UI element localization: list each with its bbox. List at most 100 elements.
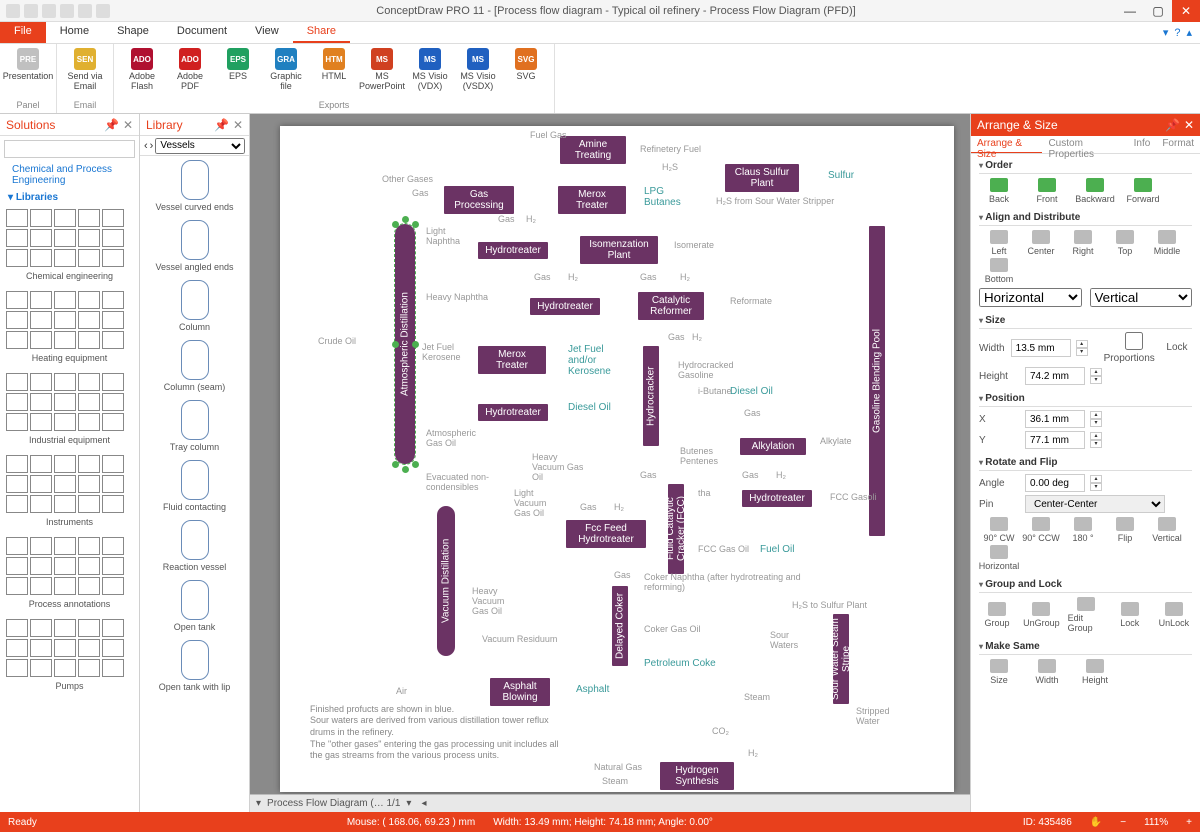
stencil-shape[interactable] xyxy=(6,311,28,329)
node-gasoline-pool[interactable]: Gasoline Blending Pool xyxy=(869,226,885,536)
pin-icon[interactable]: 📌 xyxy=(214,118,229,132)
lib-vessel-angled-ends[interactable]: Vessel angled ends xyxy=(144,220,245,272)
node-hydro2[interactable]: Hydrotreater xyxy=(530,298,600,315)
tab-document[interactable]: Document xyxy=(163,22,241,43)
lib-open-tank-with-lip[interactable]: Open tank with lip xyxy=(144,640,245,692)
stencil-shape[interactable] xyxy=(30,557,52,575)
stencil-shape[interactable] xyxy=(30,291,52,309)
close-icon[interactable]: ✕ xyxy=(233,118,243,132)
ribbon-graphic-file[interactable]: GRAGraphic file xyxy=(264,46,308,100)
ribbon-send-via-email[interactable]: SENSend via Email xyxy=(63,46,107,100)
stencil-shape[interactable] xyxy=(54,291,76,309)
x-input[interactable] xyxy=(1025,410,1085,428)
close-icon[interactable]: ✕ xyxy=(1184,118,1194,132)
btn-forward[interactable]: Forward xyxy=(1123,178,1163,204)
stencil-shape[interactable] xyxy=(30,249,52,267)
stencil-shape[interactable] xyxy=(54,209,76,227)
pin-icon[interactable]: 📌 xyxy=(104,118,119,132)
stencil-shape[interactable] xyxy=(78,639,100,657)
stencil-shape[interactable] xyxy=(6,291,28,309)
ptab-custom[interactable]: Custom Properties xyxy=(1042,136,1127,153)
order-header[interactable]: Order xyxy=(979,158,1192,174)
stencil-shape[interactable] xyxy=(54,413,76,431)
stencil-shape[interactable] xyxy=(30,209,52,227)
ribbon-adobe-pdf[interactable]: ADOAdobe PDF xyxy=(168,46,212,100)
ribbon-html[interactable]: HTMHTML xyxy=(312,46,356,100)
stencil-shape[interactable] xyxy=(78,455,100,473)
stencil-shape[interactable] xyxy=(102,229,124,247)
stencil-shape[interactable] xyxy=(78,475,100,493)
stencil-shape[interactable] xyxy=(6,495,28,513)
node-merox1[interactable]: Merox Treater xyxy=(558,186,626,214)
btn-horizontal[interactable]: Horizontal xyxy=(979,545,1019,571)
stencil-shape[interactable] xyxy=(30,577,52,595)
node-amine[interactable]: Amine Treating xyxy=(560,136,626,164)
lib-column[interactable]: Column xyxy=(144,280,245,332)
btn--[interactable]: 180 ° xyxy=(1063,517,1103,543)
stencil-shape[interactable] xyxy=(6,557,28,575)
stencil-shape[interactable] xyxy=(6,475,28,493)
btn-lock[interactable]: Lock xyxy=(1112,602,1148,628)
angle-input[interactable] xyxy=(1025,474,1085,492)
stencil-shape[interactable] xyxy=(102,495,124,513)
stencil-shape[interactable] xyxy=(54,577,76,595)
ribbon-eps[interactable]: EPSEPS xyxy=(216,46,260,100)
stencil-shape[interactable] xyxy=(30,311,52,329)
zoom-out[interactable]: − xyxy=(1120,817,1126,828)
qat-icon[interactable] xyxy=(42,4,56,18)
stencil-shape[interactable] xyxy=(30,475,52,493)
btn-unlock[interactable]: UnLock xyxy=(1156,602,1192,628)
btn-vertical[interactable]: Vertical xyxy=(1147,517,1187,543)
width-input[interactable] xyxy=(1011,339,1071,357)
stencil-shape[interactable] xyxy=(102,537,124,555)
pan-icon[interactable]: ✋ xyxy=(1090,817,1102,828)
stencil-shape[interactable] xyxy=(6,413,28,431)
stencil-shape[interactable] xyxy=(102,291,124,309)
minimize-button[interactable]: — xyxy=(1116,0,1144,22)
stencil-shape[interactable] xyxy=(78,557,100,575)
nav-fwd-icon[interactable]: › xyxy=(150,140,154,152)
stencil-shape[interactable] xyxy=(78,495,100,513)
stencil-shape[interactable] xyxy=(102,577,124,595)
stencil-shape[interactable] xyxy=(30,455,52,473)
node-catref[interactable]: Catalytic Reformer xyxy=(638,292,704,320)
node-gasproc[interactable]: Gas Processing xyxy=(444,186,514,214)
node-asphalt[interactable]: Asphalt Blowing xyxy=(490,678,550,706)
y-input[interactable] xyxy=(1025,431,1085,449)
ribbon-svg[interactable]: SVGSVG xyxy=(504,46,548,100)
btn-center[interactable]: Center xyxy=(1021,230,1061,256)
ptab-info[interactable]: Info xyxy=(1128,136,1157,153)
stencil-shape[interactable] xyxy=(30,331,52,349)
btn-edit-group[interactable]: Edit Group xyxy=(1068,597,1104,633)
stencil-shape[interactable] xyxy=(102,557,124,575)
stencil-shape[interactable] xyxy=(6,373,28,391)
rotate-header[interactable]: Rotate and Flip xyxy=(979,455,1192,471)
ribbon-presentation[interactable]: PREPresentation xyxy=(6,46,50,100)
nav-back-icon[interactable]: ‹ xyxy=(144,140,148,152)
node-hydro1[interactable]: Hydrotreater xyxy=(478,242,548,259)
node-hydro3[interactable]: Hydrotreater xyxy=(478,404,548,421)
btn-size[interactable]: Size xyxy=(979,659,1019,685)
stencil-shape[interactable] xyxy=(6,209,28,227)
stencil-shape[interactable] xyxy=(54,455,76,473)
stencil-shape[interactable] xyxy=(78,373,100,391)
node-hydrocracker[interactable]: Hydrocracker xyxy=(643,346,659,446)
stencil-shape[interactable] xyxy=(54,619,76,637)
ribbon-ms-visio-vsdx-[interactable]: MSMS Visio (VSDX) xyxy=(456,46,500,100)
stencil-shape[interactable] xyxy=(30,413,52,431)
pin-select[interactable]: Center-Center xyxy=(1025,495,1165,513)
group-header[interactable]: Group and Lock xyxy=(979,577,1192,593)
lib-reaction-vessel[interactable]: Reaction vessel xyxy=(144,520,245,572)
stencil-shape[interactable] xyxy=(78,619,100,637)
stencil-shape[interactable] xyxy=(102,475,124,493)
lib-column-seam-[interactable]: Column (seam) xyxy=(144,340,245,392)
btn-back[interactable]: Back xyxy=(979,178,1019,204)
stencil-shape[interactable] xyxy=(6,537,28,555)
stencil-shape[interactable] xyxy=(78,249,100,267)
btn-middle[interactable]: Middle xyxy=(1147,230,1187,256)
stencil-shape[interactable] xyxy=(30,537,52,555)
stencil-shape[interactable] xyxy=(102,209,124,227)
ptab-format[interactable]: Format xyxy=(1156,136,1200,153)
stencil-shape[interactable] xyxy=(54,639,76,657)
stencil-shape[interactable] xyxy=(30,639,52,657)
